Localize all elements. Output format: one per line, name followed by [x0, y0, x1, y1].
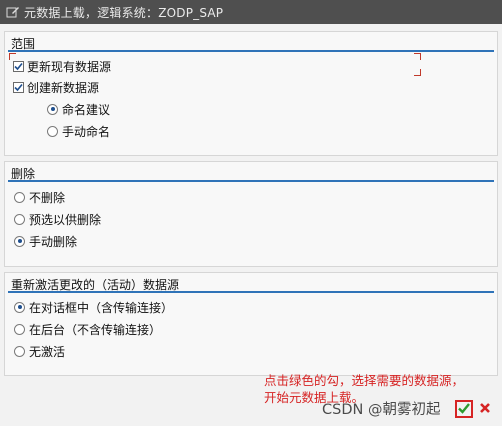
radio-unselected-icon [14, 191, 25, 203]
radio-selected-icon [14, 235, 25, 247]
no-activation-label: 无激活 [29, 344, 66, 359]
in-background-label: 在后台（不含传输连接） [29, 322, 162, 337]
preselect-delete-label: 预选以供删除 [29, 212, 102, 227]
checkmark-icon [457, 401, 471, 418]
in-background-radio[interactable]: 在后台（不含传输连接） [14, 321, 161, 337]
manual-delete-label: 手动删除 [29, 234, 78, 249]
confirm-button[interactable] [455, 400, 473, 418]
manual-naming-radio[interactable]: 手动命名 [47, 123, 110, 139]
annotation-line-1: 点击绿色的勾，选择需要的数据源， [264, 373, 465, 388]
checkbox-checked-icon [13, 60, 24, 72]
window-title: 元数据上载，逻辑系统：ZODP_SAP [24, 5, 224, 20]
cancel-button[interactable] [476, 400, 494, 418]
manual-naming-label: 手动命名 [62, 124, 111, 139]
update-existing-checkbox[interactable]: 更新现有数据源 [13, 58, 111, 74]
reactivate-divider [8, 291, 494, 293]
naming-proposal-radio[interactable]: 命名建议 [47, 101, 110, 117]
scope-divider [8, 50, 494, 52]
edit-window-icon [6, 6, 20, 18]
radio-selected-icon [14, 301, 25, 313]
reactivate-group: 重新激活更改的（活动）数据源 在对话框中（含传输连接） 在后台（不含传输连接） … [4, 272, 498, 376]
title-bar: 元数据上载，逻辑系统：ZODP_SAP [0, 0, 502, 24]
preselect-delete-radio[interactable]: 预选以供删除 [14, 211, 101, 227]
checkbox-checked-icon [13, 81, 24, 93]
watermark: CSDN @朝雾初起 [322, 402, 441, 418]
radio-unselected-icon [14, 323, 25, 335]
create-new-label: 创建新数据源 [27, 80, 100, 95]
delete-divider [8, 180, 494, 182]
scope-group: 范围 更新现有数据源 创建新数据源 命名建议 手动命名 [4, 31, 498, 156]
close-icon [478, 401, 492, 418]
delete-group: 删除 不删除 预选以供删除 手动删除 [4, 161, 498, 267]
radio-unselected-icon [14, 345, 25, 357]
focus-corner-br [414, 69, 421, 76]
focus-corner-tr [414, 53, 421, 60]
naming-proposal-label: 命名建议 [62, 102, 111, 117]
radio-unselected-icon [14, 213, 25, 225]
in-dialog-label: 在对话框中（含传输连接） [29, 300, 174, 315]
manual-delete-radio[interactable]: 手动删除 [14, 233, 77, 249]
no-activation-radio[interactable]: 无激活 [14, 343, 65, 359]
radio-unselected-icon [47, 125, 58, 137]
no-delete-radio[interactable]: 不删除 [14, 189, 65, 205]
update-existing-label: 更新现有数据源 [27, 59, 112, 74]
no-delete-label: 不删除 [29, 190, 66, 205]
in-dialog-radio[interactable]: 在对话框中（含传输连接） [14, 299, 173, 315]
radio-selected-icon [47, 103, 58, 115]
create-new-checkbox[interactable]: 创建新数据源 [13, 79, 99, 95]
